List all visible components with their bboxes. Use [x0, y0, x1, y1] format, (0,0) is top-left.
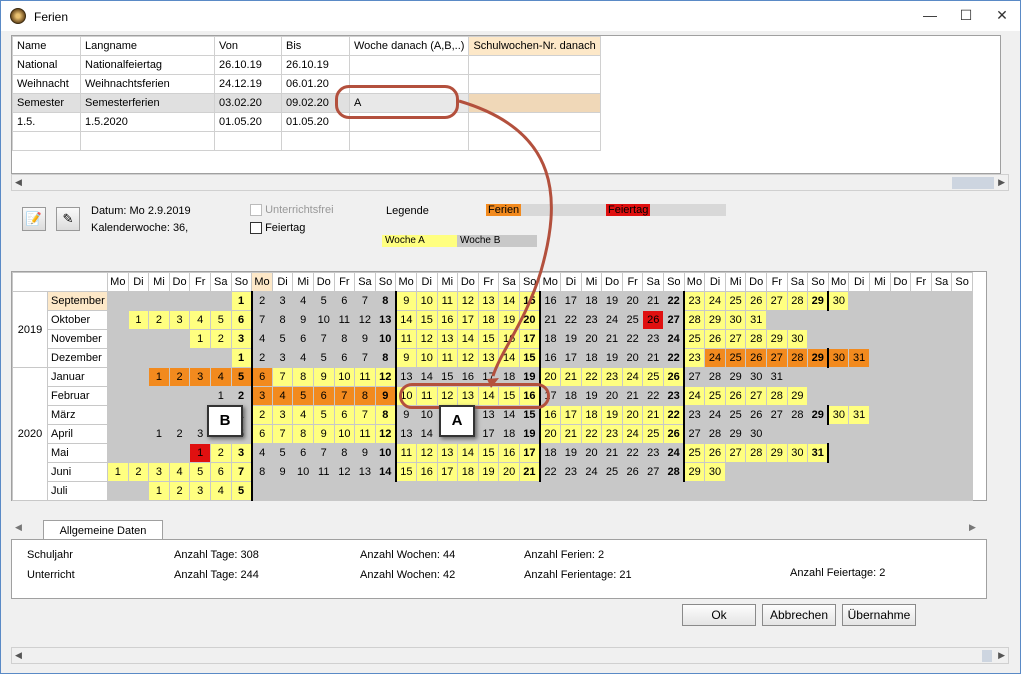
- label-b: B: [207, 405, 243, 437]
- ferien-window: Ferien — ☐ ✕ Name Langname Von Bis Woche dan…: [0, 0, 1021, 674]
- label-a: A: [439, 405, 475, 437]
- arrow-head: [487, 378, 499, 388]
- arrow-path: [458, 99, 553, 377]
- callout-arrow: [458, 99, 553, 388]
